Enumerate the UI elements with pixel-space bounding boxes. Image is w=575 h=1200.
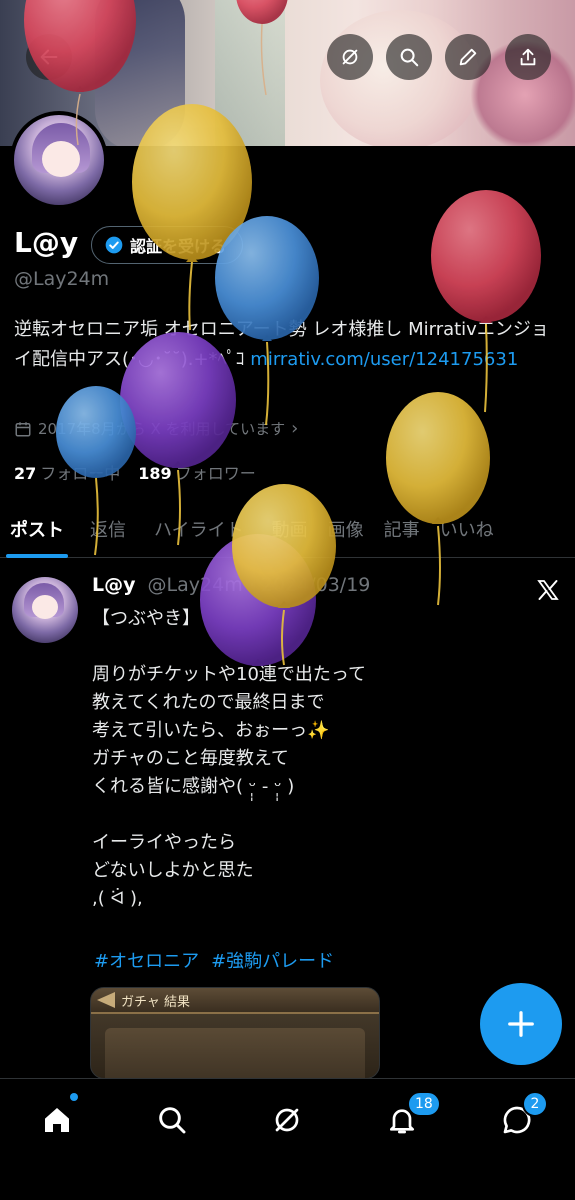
post-separator: · bbox=[248, 574, 255, 596]
media-title: ガチャ 結果 bbox=[121, 995, 191, 1010]
chevron-right-icon: › bbox=[291, 418, 299, 439]
get-verified-button[interactable]: 認証を受ける bbox=[91, 226, 244, 264]
followers-link[interactable]: 189 フォロワー bbox=[138, 460, 255, 484]
post-author-handle[interactable]: @Lay24m bbox=[148, 574, 243, 596]
followers-label: フォロワー bbox=[175, 464, 256, 483]
balloon-red-right bbox=[431, 190, 541, 413]
tab-videos[interactable]: 動画 bbox=[262, 500, 318, 558]
search-icon bbox=[400, 48, 419, 67]
following-link[interactable]: 27 フォロー中 bbox=[14, 460, 120, 484]
bottom-navigation: 18 2 bbox=[0, 1078, 575, 1200]
followers-count: 189 bbox=[138, 464, 172, 483]
tab-highlights[interactable]: ハイライト bbox=[144, 500, 254, 558]
banner-figure bbox=[95, 0, 185, 146]
joined-text: 2017年8月から X を利用しています bbox=[38, 420, 286, 438]
follow-stats: 27 フォロー中 189 フォロワー bbox=[14, 460, 256, 484]
post-avatar[interactable] bbox=[12, 577, 78, 643]
hashtag-link[interactable]: #強駒パレード bbox=[211, 947, 334, 973]
avatar-face bbox=[42, 141, 80, 177]
post-header: L@y @Lay24m · 2024/03/19 bbox=[92, 574, 370, 596]
tab-images[interactable]: 画像 bbox=[318, 500, 374, 558]
post-text: 【つぶやき】 周りがチケットや10連で出たって 教えてくれたので最終日まで 考え… bbox=[92, 608, 367, 909]
verified-badge-icon bbox=[105, 236, 123, 254]
edit-icon bbox=[459, 48, 477, 66]
profile-avatar[interactable] bbox=[10, 111, 108, 209]
profile-bio: 逆転オセロニア垢 オセロニアート勢 レオ様推し Mirrativエンジョイ配信中… bbox=[14, 315, 554, 375]
tab-likes[interactable]: いいね bbox=[430, 500, 504, 558]
share-button[interactable] bbox=[505, 34, 551, 80]
post-hashtags: #オセロニア #強駒パレード bbox=[94, 947, 334, 973]
joined-date[interactable]: 2017年8月から X を利用しています › bbox=[14, 418, 298, 439]
share-icon bbox=[520, 48, 536, 66]
nav-home[interactable] bbox=[32, 1095, 82, 1145]
banner-foliage bbox=[215, 0, 285, 146]
x-logo-icon bbox=[537, 580, 559, 600]
tab-replies[interactable]: 返信 bbox=[80, 500, 136, 558]
calendar-icon bbox=[15, 421, 31, 436]
tab-articles[interactable]: 記事 bbox=[374, 500, 430, 558]
back-button[interactable] bbox=[26, 34, 72, 80]
profile-handle: @Lay24m bbox=[14, 268, 110, 290]
profile-name: L@y bbox=[14, 226, 79, 259]
search-icon bbox=[159, 1107, 186, 1134]
post-media-image[interactable]: ガチャ 結果 bbox=[90, 987, 380, 1079]
get-verified-label: 認証を受ける bbox=[130, 237, 227, 256]
bio-link[interactable]: mirrativ.com/user/124175631 bbox=[250, 349, 518, 370]
compose-button[interactable] bbox=[480, 983, 562, 1065]
edit-button[interactable] bbox=[445, 34, 491, 80]
grok-button[interactable] bbox=[327, 34, 373, 80]
post-date: 2024/03/19 bbox=[260, 574, 371, 596]
back-arrow-icon bbox=[40, 49, 58, 65]
grok-icon bbox=[342, 49, 358, 65]
search-button[interactable] bbox=[386, 34, 432, 80]
avatar-face bbox=[32, 595, 58, 619]
balloon-yellow-2 bbox=[386, 392, 490, 606]
grok-icon bbox=[275, 1108, 299, 1132]
post-author-name[interactable]: L@y bbox=[92, 574, 136, 596]
nav-search[interactable] bbox=[147, 1095, 197, 1145]
following-count: 27 bbox=[14, 464, 37, 483]
following-label: フォロー中 bbox=[40, 464, 121, 483]
notifications-badge: 18 bbox=[407, 1091, 441, 1117]
messages-badge: 2 bbox=[522, 1091, 548, 1117]
nav-grok[interactable] bbox=[262, 1095, 312, 1145]
profile-tabs: ポスト 返信 ハイライト 動画 画像 記事 いいね bbox=[0, 500, 575, 558]
hashtag-link[interactable]: #オセロニア bbox=[94, 947, 199, 973]
tab-posts[interactable]: ポスト bbox=[0, 500, 74, 558]
home-unread-dot bbox=[70, 1093, 78, 1101]
media-panel bbox=[105, 1028, 365, 1078]
home-icon bbox=[45, 1108, 69, 1132]
plus-icon bbox=[508, 1011, 534, 1037]
